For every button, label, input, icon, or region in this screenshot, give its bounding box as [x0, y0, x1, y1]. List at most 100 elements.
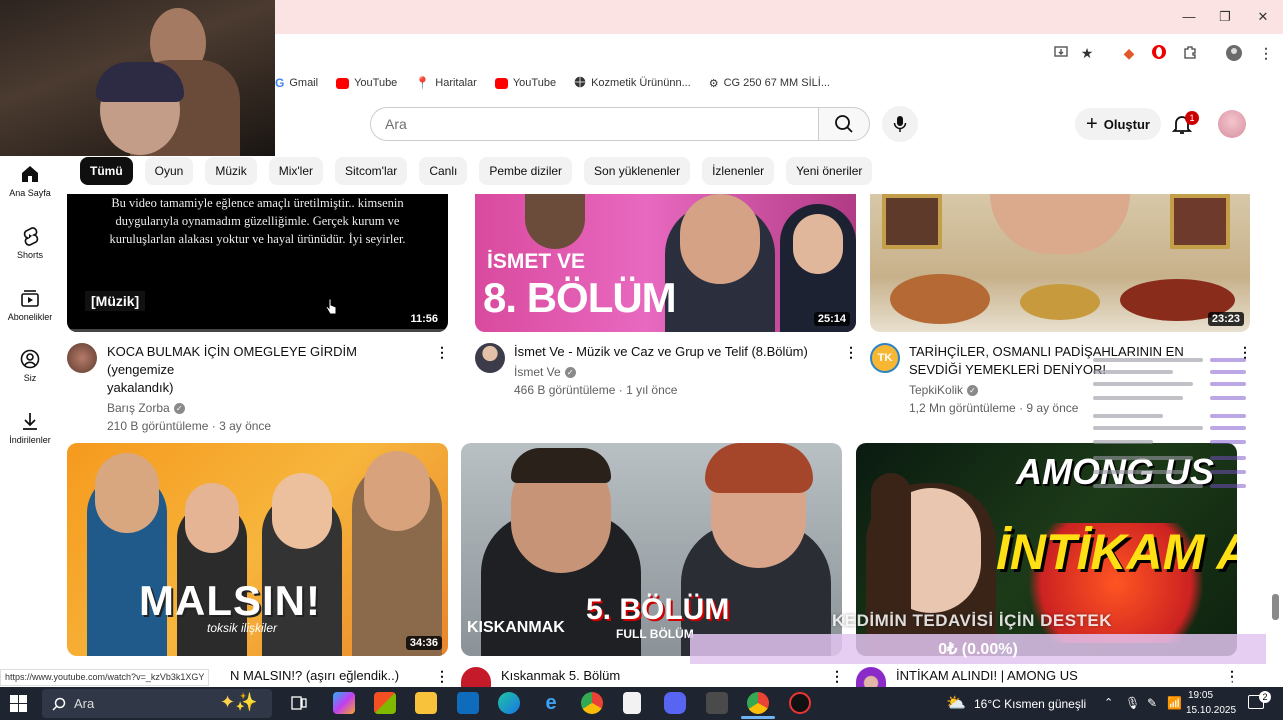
- minimize-button[interactable]: —: [1174, 8, 1204, 26]
- sidebar-item-downloads[interactable]: İndirilenler: [0, 411, 60, 445]
- scrollbar-thumb[interactable]: [1272, 594, 1279, 620]
- video-title[interactable]: İNTİKAM ALINDI! | AMONG US: [896, 667, 1078, 685]
- store-icon[interactable]: [374, 692, 396, 714]
- bookmarks-bar: G Gmail YouTube 📍 Haritalar YouTube Kozm…: [275, 72, 830, 94]
- video-duration: 11:56: [406, 312, 442, 326]
- microphone-tray-icon[interactable]: 🎙: [1125, 696, 1140, 710]
- clock-date[interactable]: 15.10.2025: [1186, 705, 1236, 716]
- calendar-app-icon[interactable]: [706, 692, 728, 714]
- bookmark-gmail[interactable]: G Gmail: [275, 76, 318, 90]
- chip-gaming[interactable]: Oyun: [144, 157, 194, 185]
- channel-name[interactable]: Barış Zorba ✓: [107, 399, 427, 417]
- edge-icon[interactable]: [498, 692, 520, 714]
- notepad-icon[interactable]: [623, 692, 641, 714]
- more-options-icon[interactable]: ⋮: [435, 669, 449, 683]
- chrome-active-icon[interactable]: [747, 692, 769, 714]
- channel-avatar[interactable]: [856, 667, 886, 687]
- sidebar-item-home[interactable]: Ana Sayfa: [0, 164, 60, 198]
- thumbnail-text: 8. BÖLÜM: [483, 274, 677, 321]
- youtube-icon: [336, 77, 350, 89]
- extensions-icon[interactable]: [1181, 44, 1199, 62]
- bookmark-cg250[interactable]: ⚙ CG 250 67 MM SİLİ...: [709, 77, 830, 90]
- opera-extension-icon[interactable]: [1150, 44, 1168, 62]
- video-title[interactable]: KOCA BULMAK İÇİN OMEGLEYE GİRDİM (yengem…: [107, 343, 427, 379]
- windows-icon: [10, 695, 27, 712]
- video-meta: 210 B görüntüleme · 3 ay önce: [107, 419, 272, 433]
- create-button[interactable]: + Oluştur: [1075, 108, 1161, 140]
- video-title[interactable]: Kıskanmak 5. Bölüm: [501, 667, 620, 685]
- profile-icon[interactable]: [1225, 44, 1243, 62]
- search-button[interactable]: [818, 107, 870, 141]
- search-icon: [52, 697, 66, 711]
- windows-start-button[interactable]: [10, 695, 27, 717]
- video-thumbnail[interactable]: Bu video tamamiyle eğlence amaçlı üretil…: [67, 194, 448, 332]
- channel-avatar[interactable]: [461, 667, 491, 687]
- sidebar-item-you[interactable]: Siz: [0, 349, 60, 383]
- search-input[interactable]: Ara: [370, 107, 818, 141]
- weather-text[interactable]: 16°C Kısmen güneşli: [974, 697, 1086, 711]
- youtube-icon: [494, 77, 508, 89]
- more-options-icon[interactable]: ⋮: [830, 669, 844, 683]
- bookmark-star-icon[interactable]: ★: [1078, 44, 1096, 62]
- maximize-button[interactable]: ❐: [1210, 8, 1240, 26]
- user-icon: [20, 349, 40, 369]
- bookmark-cosmetics[interactable]: Kozmetik Ürününn...: [574, 76, 691, 91]
- channel-avatar[interactable]: [475, 343, 505, 373]
- video-title[interactable]: İsmet Ve - Müzik ve Caz ve Grup ve Telif…: [514, 343, 834, 361]
- install-app-icon[interactable]: [1052, 44, 1070, 62]
- wifi-icon[interactable]: 📶: [1167, 696, 1182, 710]
- voice-search-button[interactable]: [882, 106, 918, 142]
- chrome-menu-icon[interactable]: ⋮: [1257, 44, 1275, 62]
- copilot-icon[interactable]: [333, 692, 355, 714]
- outlook-icon[interactable]: [457, 692, 479, 714]
- active-app-indicator: [741, 716, 775, 719]
- more-options-icon[interactable]: ⋮: [844, 345, 858, 359]
- chip-music[interactable]: Müzik: [205, 157, 257, 185]
- donation-title: KEDİMİN TEDAVİSİ İÇİN DESTEK: [832, 611, 1113, 630]
- sidebar-item-subscriptions[interactable]: Abonelikler: [0, 288, 60, 322]
- chat-overlay: [1090, 356, 1250, 616]
- video-thumbnail[interactable]: 5. BÖLÜM FULL BÖLÜM KISKANMAK: [461, 443, 842, 656]
- internet-explorer-icon[interactable]: e: [540, 692, 562, 714]
- channel-avatar[interactable]: TK: [870, 343, 900, 373]
- notification-count-badge: 2: [1259, 691, 1271, 703]
- chip-new-to-you[interactable]: Yeni öneriler: [786, 157, 873, 185]
- avatar[interactable]: [1218, 110, 1246, 138]
- bookmark-maps[interactable]: 📍 Haritalar: [415, 76, 477, 90]
- channel-avatar[interactable]: [67, 343, 97, 373]
- tray-chevron-icon[interactable]: ⌃: [1104, 696, 1113, 709]
- chip-live[interactable]: Canlı: [419, 157, 468, 185]
- sidebar-item-shorts[interactable]: Shorts: [0, 226, 60, 260]
- close-button[interactable]: ✕: [1248, 8, 1278, 26]
- file-explorer-icon[interactable]: [415, 692, 437, 714]
- clock-time[interactable]: 19:05: [1188, 690, 1213, 701]
- discord-icon[interactable]: [664, 692, 686, 714]
- bookmark-youtube[interactable]: YouTube: [336, 77, 397, 89]
- chip-soap-operas[interactable]: Pembe diziler: [479, 157, 573, 185]
- bookmark-youtube-2[interactable]: YouTube: [494, 77, 556, 89]
- video-title[interactable]: N MALSIN!? (aşırı eğlendik..): [230, 667, 399, 685]
- pen-tray-icon[interactable]: ✎: [1147, 696, 1157, 710]
- chip-sitcoms[interactable]: Sitcom'lar: [335, 157, 408, 185]
- video-thumbnail[interactable]: MALSIN! toksik ilişkiler 34:36: [67, 443, 448, 656]
- thumbnail-text: İSMET VE: [487, 250, 586, 273]
- thumbnail-text: MALSIN!: [139, 577, 321, 624]
- channel-name[interactable]: İsmet Ve ✓: [514, 363, 834, 381]
- more-options-icon[interactable]: ⋮: [435, 345, 449, 359]
- thumbnail-brand: KISKANMAK: [467, 619, 565, 636]
- task-view-icon[interactable]: [290, 694, 310, 712]
- chip-recently-uploaded[interactable]: Son yüklenenler: [584, 157, 691, 185]
- video-title-cont[interactable]: yakalandık): [107, 379, 427, 397]
- chip-mixes[interactable]: Mix'ler: [268, 157, 323, 185]
- chrome-icon[interactable]: [581, 692, 603, 714]
- subscriptions-icon: [21, 290, 39, 307]
- video-thumbnail[interactable]: 23:23: [870, 194, 1250, 332]
- status-url: https://www.youtube.com/watch?v=_kzVb3k1…: [0, 669, 210, 686]
- metamask-extension-icon[interactable]: ◆: [1120, 44, 1138, 62]
- obs-icon[interactable]: [789, 692, 811, 714]
- video-thumbnail[interactable]: İSMET VE 8. BÖLÜM 25:14: [475, 194, 856, 332]
- chip-all[interactable]: Tümü: [80, 157, 133, 185]
- filter-chips: Tümü Oyun Müzik Mix'ler Sitcom'lar Canlı…: [80, 157, 873, 185]
- chip-watched[interactable]: İzlenenler: [702, 157, 775, 185]
- globe-icon: [574, 76, 586, 91]
